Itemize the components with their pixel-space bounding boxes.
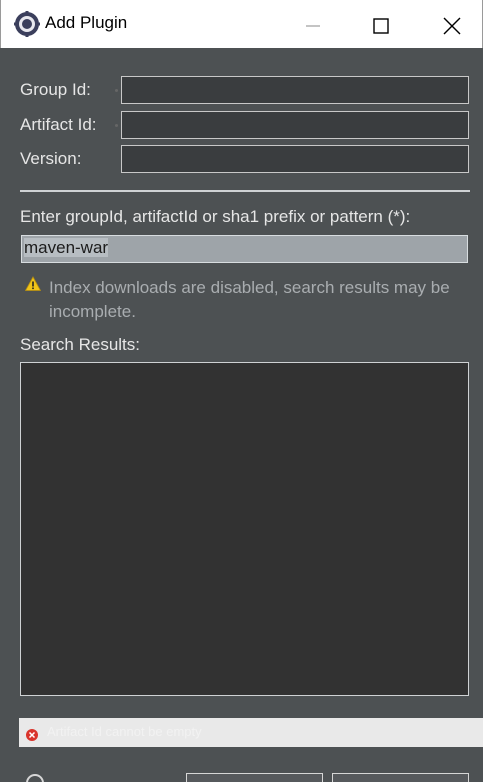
window-title: Add Plugin — [45, 13, 128, 32]
separator — [20, 190, 470, 192]
close-button[interactable] — [424, 4, 480, 48]
status-bar: Artifact Id cannot be empty — [19, 718, 483, 747]
help-icon[interactable] — [26, 774, 44, 782]
search-results-list[interactable] — [20, 362, 469, 696]
minimize-icon — [306, 25, 320, 27]
search-results-label: Search Results: — [20, 335, 140, 354]
required-dot — [115, 89, 118, 92]
version-label: Version: — [20, 149, 82, 168]
ok-button[interactable] — [186, 773, 323, 782]
warning-message: Index downloads are disabled, search res… — [49, 278, 450, 321]
title-bar[interactable]: Add Plugin — [0, 0, 483, 48]
artifact-id-field[interactable] — [121, 111, 469, 139]
warning-icon — [24, 276, 42, 292]
group-id-field[interactable] — [121, 76, 469, 104]
group-id-label: Group Id: — [20, 80, 91, 99]
required-dot — [115, 124, 118, 127]
search-input-value: maven-war — [24, 238, 109, 257]
search-prompt-label: Enter groupId, artifactId or sha1 prefix… — [20, 207, 411, 226]
error-icon — [26, 726, 38, 741]
status-message: Artifact Id cannot be empty — [47, 724, 202, 739]
eclipse-icon — [14, 11, 40, 37]
maximize-icon — [373, 18, 389, 34]
minimize-button[interactable] — [285, 4, 341, 48]
search-input[interactable]: maven-war — [21, 235, 468, 263]
artifact-id-label: Artifact Id: — [20, 115, 97, 134]
close-icon — [443, 17, 461, 35]
maximize-button[interactable] — [353, 4, 409, 48]
version-field[interactable] — [121, 145, 469, 173]
cancel-button[interactable] — [332, 773, 469, 782]
